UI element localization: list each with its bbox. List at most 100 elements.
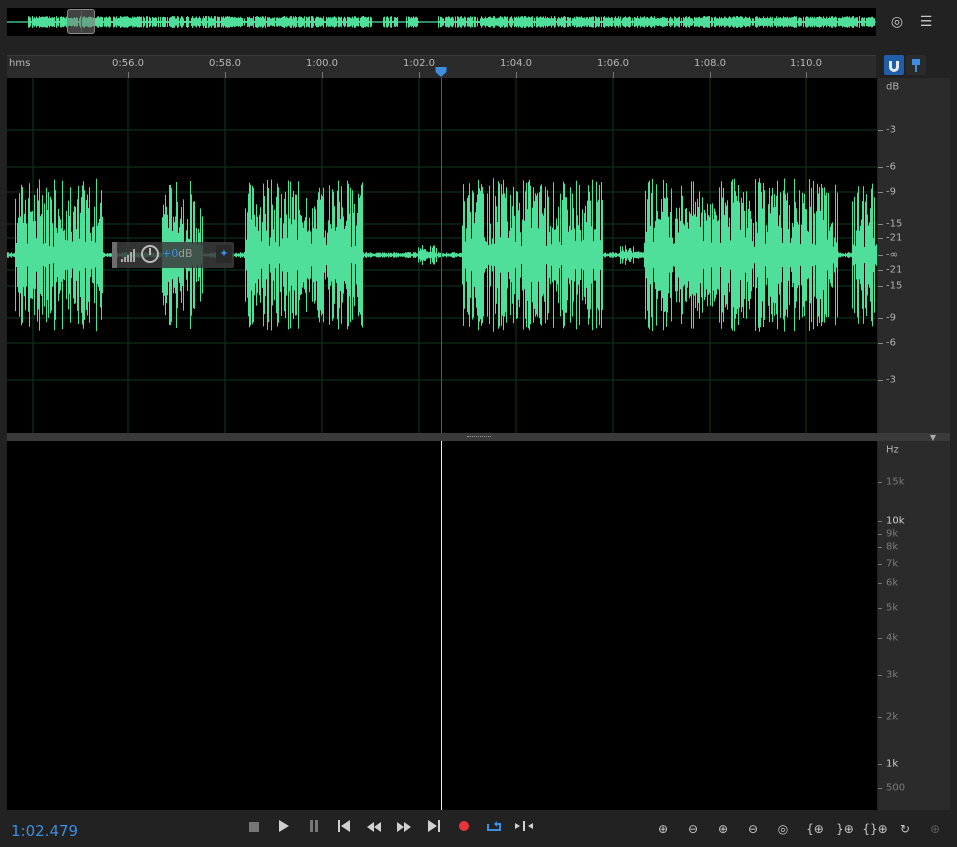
amplitude-scale-label: -6 [886, 161, 896, 173]
zoom-navigator-icon[interactable]: ◎ [887, 12, 907, 32]
amplitude-scale-tick [878, 318, 883, 319]
amplitude-scale-tick [878, 238, 883, 239]
overview-waveform[interactable] [7, 8, 876, 36]
frequency-scale-tick [878, 788, 882, 789]
stop-button[interactable] [242, 820, 266, 838]
hud-grip-handle[interactable] [112, 242, 117, 268]
zoom-out-amplitude-button[interactable]: ⊖ [680, 820, 706, 838]
zoom-out-time-icon: ⊖ [747, 822, 759, 836]
pause-button[interactable] [302, 820, 326, 838]
hud-volume-value[interactable]: +0 [162, 247, 178, 260]
frequency-scale-label: 8k [886, 541, 899, 553]
record-button[interactable] [452, 820, 476, 838]
marker-pin-button[interactable] [906, 55, 926, 75]
volume-knob[interactable] [141, 245, 159, 263]
zoom-in-selection-button[interactable]: {⊕ [802, 820, 828, 838]
frequency-scale-tick [878, 521, 882, 522]
frequency-scale-tick [878, 534, 882, 535]
amplitude-scale-label: -9 [886, 312, 896, 324]
zoom-disabled-icon: ⊕ [929, 822, 941, 836]
amplitude-scale-tick [878, 270, 883, 271]
record-icon [459, 821, 469, 831]
amplitude-scale-tick [878, 255, 883, 256]
frequency-scale-tick [878, 583, 882, 584]
ruler-unit-label: hms [9, 58, 31, 69]
snap-magnet-button[interactable] [884, 55, 904, 75]
overview-waveform-graphic [7, 16, 876, 28]
hud-pin-icon[interactable]: ✦ [216, 245, 232, 263]
frequency-scale-label: 4k [886, 632, 899, 644]
playhead-marker[interactable] [435, 67, 447, 77]
amplitude-scale-label: -21 [886, 232, 903, 244]
amplitude-scale-tick [878, 167, 883, 168]
amplitude-scale-label: -15 [886, 280, 903, 292]
pause-icon [310, 820, 318, 832]
frequency-scale-label: 1k [886, 758, 899, 770]
amplitude-scale-tick [878, 380, 883, 381]
zoom-in-time-button[interactable]: ⊕ [710, 820, 736, 838]
zoom-selection-icon: {⊕ [806, 822, 824, 836]
spectral-display[interactable] [7, 441, 877, 810]
panel-divider[interactable]: ▼ [7, 433, 950, 442]
frequency-scale-tick [878, 547, 882, 548]
amplitude-scale-label: -15 [886, 218, 903, 230]
ruler-tick-label: 1:10.0 [790, 58, 822, 69]
amplitude-scale-label: -3 [886, 374, 896, 386]
play-button[interactable] [272, 820, 296, 838]
amplitude-scale-tick [878, 343, 883, 344]
amplitude-scale-label: -21 [886, 264, 903, 276]
amplitude-scale-label: -9 [886, 186, 896, 198]
hud-volume-unit: dB [178, 247, 193, 260]
ruler-tick-label: 1:04.0 [500, 58, 532, 69]
frequency-scale-label: 7k [886, 558, 899, 570]
amplitude-scale-tick [878, 130, 883, 131]
time-ruler[interactable]: hms 0:56.0 0:58.0 1:00.0 1:02.0 1:04.0 1:06.0… [7, 55, 876, 78]
pin-icon [912, 59, 920, 72]
frequency-scale-label: 15k [886, 476, 905, 488]
loop-icon [487, 821, 501, 831]
overview-waveform-path [7, 16, 876, 28]
zoom-in-amplitude-button[interactable]: ⊕ [650, 820, 676, 838]
ruler-tick-label: 0:58.0 [209, 58, 241, 69]
frequency-scale-tick [878, 608, 882, 609]
frequency-scale-tick [878, 638, 882, 639]
overview-viewport-handle[interactable] [67, 9, 95, 34]
zoom-reset-button[interactable]: ↻ [892, 820, 918, 838]
frequency-scale-label: 10k [886, 515, 905, 527]
zoom-selection-left-button[interactable]: }⊕ [832, 820, 858, 838]
zoom-out-full-button[interactable]: ◎ [770, 820, 796, 838]
amplitude-scale-tick [878, 224, 883, 225]
zoom-out-time-button[interactable]: ⊖ [740, 820, 766, 838]
loop-button[interactable] [482, 820, 506, 838]
frequency-scale-tick [878, 675, 882, 676]
play-icon [279, 820, 289, 832]
zoom-selection-right-button[interactable]: {}⊕ [862, 820, 888, 838]
divider-grip[interactable] [467, 436, 491, 439]
frequency-scale-tick [878, 717, 882, 718]
ruler-tick-label: 0:56.0 [112, 58, 144, 69]
rewind-icon [367, 822, 381, 832]
zoom-left-icon: }⊕ [836, 822, 854, 836]
volume-bars-icon [121, 249, 135, 262]
previous-button[interactable] [332, 820, 356, 838]
zoom-out-full-icon: ◎ [777, 822, 789, 836]
rewind-button[interactable] [362, 820, 386, 838]
frequency-scale-label: 3k [886, 669, 899, 681]
zoom-in-time-icon: ⊕ [717, 822, 729, 836]
ruler-tick-label: 1:08.0 [694, 58, 726, 69]
frequency-scale-unit: Hz [886, 444, 899, 456]
current-time-display[interactable]: 1:02.479 [11, 822, 78, 840]
frequency-scale[interactable]: Hz 15k 10k 9k 8k 7k 6k 5k 4k 3k 2k 1k 500 [878, 441, 950, 810]
menu-lines-icon[interactable]: ☰ [916, 12, 936, 32]
fast-forward-button[interactable] [392, 820, 416, 838]
frequency-scale-label: 500 [886, 782, 906, 794]
zoom-disabled-button[interactable]: ⊕ [922, 820, 948, 838]
amplitude-scale[interactable]: dB -3 -6 -9 -15 -21 -∞ -21 -15 -9 -6 -3 [878, 78, 950, 433]
frequency-scale-label: 2k [886, 711, 899, 723]
frequency-scale-tick [878, 482, 882, 483]
volume-hud[interactable]: +0 dB ✦ [112, 242, 234, 268]
skip-back-icon [338, 820, 350, 832]
next-button[interactable] [422, 820, 446, 838]
skip-selection-button[interactable] [512, 820, 536, 838]
magnet-icon [889, 61, 899, 72]
